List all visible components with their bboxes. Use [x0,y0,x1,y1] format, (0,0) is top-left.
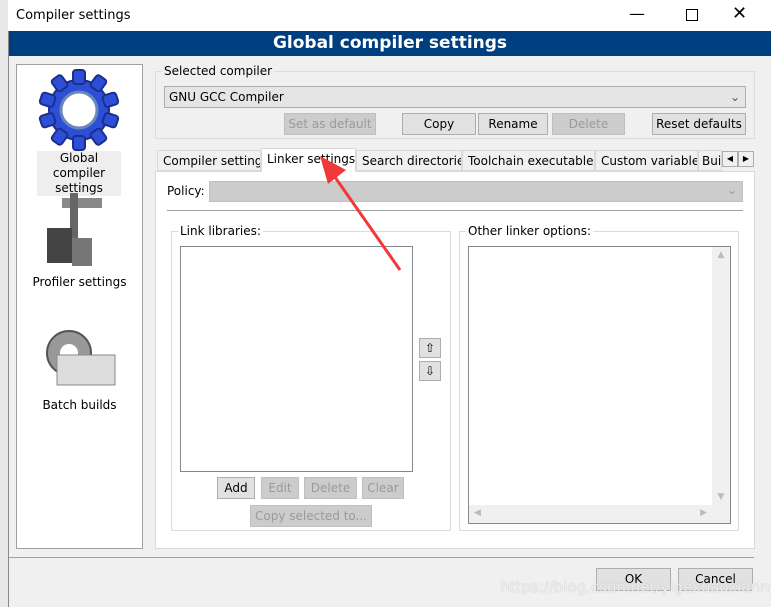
minimize-button[interactable]: — [629,4,645,23]
tab-scroll-left[interactable]: ◀ [722,151,738,167]
add-button[interactable]: Add [217,477,255,499]
separator [167,210,743,211]
rename-button[interactable]: Rename [478,113,548,135]
reset-defaults-button[interactable]: Reset defaults [652,113,746,135]
delete-library-button[interactable]: Delete [304,477,357,499]
copy-selected-button[interactable]: Copy selected to... [250,505,372,527]
copy-button[interactable]: Copy [402,113,476,135]
group-label: Other linker options: [466,224,594,238]
batch-gear-icon [46,330,116,386]
tab-custom-variables[interactable]: Custom variables [595,150,698,171]
compiler-select[interactable]: GNU GCC Compiler ⌄ [164,86,746,108]
tab-compiler-settings[interactable]: Compiler settings [157,150,261,171]
window-title: Compiler settings [16,8,131,23]
chevron-down-icon: ⌄ [729,90,740,104]
sidebar: Global compiler settings Profiler settin… [16,64,143,549]
sidebar-item-label: Profiler settings [32,275,127,289]
close-button[interactable]: ✕ [732,3,747,24]
caliper-icon [47,193,102,266]
maximize-button[interactable] [686,9,698,21]
link-libraries-list[interactable] [180,246,413,472]
tab-scroll-right[interactable]: ▶ [738,151,754,167]
watermark: https://blog.csdn.net/yigexuaoxianny [500,578,771,596]
horizontal-scrollbar[interactable]: ◀ ▶ [469,505,712,523]
other-linker-options-textarea[interactable]: ▲ ▼ ◀ ▶ [468,246,731,524]
title-bar: Compiler settings — ✕ [8,0,771,31]
separator [9,557,754,558]
red-arrow-annotation [320,156,402,271]
policy-label: Policy: [167,184,205,198]
text-area [469,247,712,505]
gear-icon [38,69,120,151]
group-label: Selected compiler [162,64,275,78]
sidebar-item-profiler[interactable]: Profiler settings [17,190,142,290]
group-label: Link libraries: [178,224,263,238]
tab-toolchain-executables[interactable]: Toolchain executables [462,150,595,171]
compiler-value: GNU GCC Compiler [169,90,284,104]
policy-select[interactable]: ⌄ [209,181,743,202]
tab-build-options[interactable]: Bui [698,150,722,171]
delete-button[interactable]: Delete [552,113,625,135]
chevron-down-icon: ⌄ [726,183,737,197]
clear-button[interactable]: Clear [362,477,404,499]
move-up-button[interactable]: ⇧ [419,338,441,358]
sidebar-item-batch[interactable]: Batch builds [17,320,142,420]
sidebar-item-global-compiler[interactable]: Global compiler settings [17,65,142,196]
page-header: Global compiler settings [9,31,771,56]
edit-button[interactable]: Edit [261,477,299,499]
sidebar-item-label: Batch builds [42,398,117,412]
move-down-button[interactable]: ⇩ [419,361,441,381]
set-default-button[interactable]: Set as default [284,113,376,135]
vertical-scrollbar[interactable]: ▲ ▼ [712,247,730,505]
